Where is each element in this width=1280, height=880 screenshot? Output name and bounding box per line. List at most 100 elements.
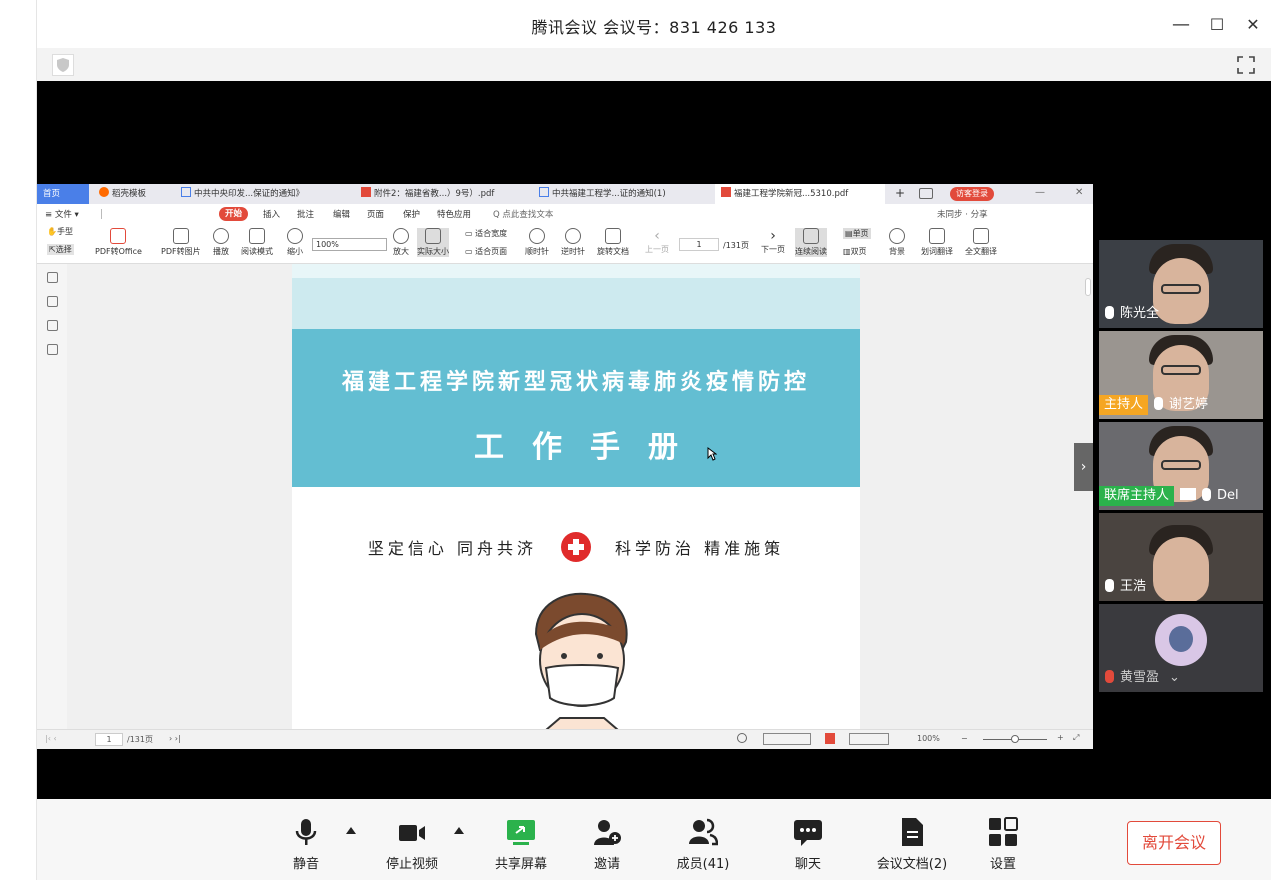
actual-size-icon: [425, 228, 441, 244]
minimize-button[interactable]: —: [1169, 12, 1193, 36]
fit-page-button[interactable]: ▭ 适合页面: [465, 246, 507, 257]
prev-page-button[interactable]: ‹ 上一页: [645, 228, 669, 255]
menu-protect[interactable]: 保护: [403, 208, 420, 220]
menu-insert[interactable]: 插入: [263, 208, 280, 220]
pdf-sidebar: [37, 264, 67, 729]
zoom-out-button[interactable]: 缩小: [287, 228, 303, 257]
read-mode-button[interactable]: 阅读模式: [241, 228, 273, 257]
members-button[interactable]: 成员(41): [668, 817, 738, 872]
play-icon[interactable]: [825, 733, 835, 744]
participant-tile[interactable]: 陈光全: [1099, 240, 1263, 328]
single-page-button[interactable]: ▤单页: [843, 228, 871, 239]
fullscreen-icon[interactable]: ⤢: [1073, 733, 1079, 743]
zoom-out-icon: [287, 228, 303, 244]
last-page-icon[interactable]: › ›|: [169, 734, 181, 743]
expand-panel-chevron-icon[interactable]: ›: [1074, 443, 1093, 491]
select-tool-label: 选择: [55, 245, 72, 254]
settings-button[interactable]: 设置: [968, 817, 1038, 872]
menu-page[interactable]: 页面: [367, 208, 384, 220]
pdf-minimize-icon[interactable]: —: [1035, 187, 1045, 198]
new-tab-icon[interactable]: +: [895, 186, 905, 200]
word-translate-button[interactable]: 划词翻译: [921, 228, 953, 257]
settings-label: 设置: [989, 857, 1016, 872]
participant-tile[interactable]: 黄雪盈 ⌄: [1099, 604, 1263, 692]
select-tool-button[interactable]: ⇱选择: [47, 244, 74, 255]
moon-icon: [889, 228, 905, 244]
host-badge: 主持人: [1099, 395, 1149, 415]
zoom-in-button[interactable]: 放大: [393, 228, 409, 257]
find-text-search[interactable]: Q 点此查找文本: [493, 208, 553, 220]
view-mode-icons[interactable]: [763, 733, 811, 745]
status-page-input[interactable]: 1: [95, 733, 123, 746]
pdf-tab-doc[interactable]: 中共中央印发...保证的通知》: [175, 184, 355, 204]
menu-file[interactable]: ≡ 文件 ▾: [45, 208, 79, 220]
pdf-scrollbar[interactable]: [1083, 264, 1093, 729]
pdf-close-icon[interactable]: ✕: [1075, 187, 1083, 198]
menu-annotate[interactable]: 批注: [297, 208, 314, 220]
annotation-icon[interactable]: [47, 320, 58, 331]
participant-label: 黄雪盈: [1120, 670, 1160, 685]
hand-tool-button[interactable]: ✋手型: [47, 226, 73, 237]
menu-start[interactable]: 开始: [219, 207, 249, 221]
attachment-icon[interactable]: [47, 344, 58, 355]
zoom-input[interactable]: 100%: [312, 238, 387, 251]
chevron-right-icon: ›: [770, 228, 776, 244]
actual-size-button[interactable]: 实际大小: [417, 228, 449, 257]
rotate-ccw-button[interactable]: 逆时针: [561, 228, 585, 257]
double-page-button[interactable]: ▥双页: [843, 246, 867, 257]
image-icon[interactable]: [47, 296, 58, 307]
login-button[interactable]: 访客登录: [950, 187, 994, 201]
video-options-caret-icon[interactable]: [454, 827, 464, 834]
close-button[interactable]: ✕: [1241, 12, 1265, 36]
page-number-input[interactable]: 1: [679, 238, 719, 251]
thumbnail-icon[interactable]: [47, 272, 58, 283]
fit-width-button[interactable]: ▭ 适合宽度: [465, 228, 507, 239]
leave-meeting-button[interactable]: 离开会议: [1127, 821, 1221, 865]
doc-subtitle: 工作手册: [474, 430, 706, 465]
pdf-tab-doc[interactable]: 中共福建工程学...证的通知(1): [533, 184, 713, 204]
continuous-read-button[interactable]: 连续阅读: [795, 228, 827, 257]
stop-video-button[interactable]: 停止视频: [377, 817, 447, 872]
rotate-cw-button[interactable]: 顺时针: [525, 228, 549, 257]
pdf-to-office-button[interactable]: PDF转Office: [95, 228, 142, 257]
pdf-to-image-button[interactable]: PDF转图片: [161, 228, 201, 257]
fullscreen-icon[interactable]: [1235, 54, 1257, 76]
tab-list-icon[interactable]: [919, 188, 933, 199]
pdf-tab-doc[interactable]: 附件2：福建省教...）9号）.pdf: [355, 184, 533, 204]
full-translate-button[interactable]: 全文翻译: [965, 228, 997, 257]
chat-button[interactable]: 聊天: [773, 817, 843, 872]
quick-access-icons[interactable]: [101, 209, 161, 219]
shield-icon[interactable]: [52, 54, 74, 76]
background-button[interactable]: 背景: [889, 228, 905, 257]
ribbon-label: 下一页: [761, 245, 785, 254]
page-layout-icons[interactable]: [849, 733, 889, 745]
maximize-button[interactable]: ☐: [1205, 12, 1229, 36]
participant-tile[interactable]: 主持人 谢艺婷: [1099, 331, 1263, 419]
chevron-down-icon[interactable]: ⌄: [1169, 670, 1180, 685]
zoom-plus-icon[interactable]: +: [1057, 733, 1064, 742]
meeting-docs-button[interactable]: 会议文档(2): [867, 817, 957, 872]
invite-button[interactable]: 邀请: [572, 817, 642, 872]
menu-edit[interactable]: 编辑: [333, 208, 350, 220]
zoom-in-icon: [393, 228, 409, 244]
scrollbar-thumb[interactable]: [1085, 278, 1091, 296]
rotate-doc-button[interactable]: 旋转文档: [597, 228, 629, 257]
share-screen-button[interactable]: 共享屏幕: [486, 817, 556, 872]
menu-features[interactable]: 特色应用: [437, 208, 471, 220]
pdf-tab-home[interactable]: 首页: [37, 184, 89, 204]
eye-care-icon[interactable]: [737, 733, 747, 743]
mute-button[interactable]: 静音: [271, 817, 341, 872]
zoom-minus-icon[interactable]: −: [961, 734, 968, 743]
participant-tile[interactable]: 联席主持人 Del: [1099, 422, 1263, 510]
next-page-button[interactable]: › 下一页: [761, 228, 785, 255]
zoom-slider-thumb[interactable]: [1011, 735, 1019, 743]
play-button[interactable]: 播放: [213, 228, 229, 257]
mute-options-caret-icon[interactable]: [346, 827, 356, 834]
ribbon-label: 放大: [393, 247, 409, 256]
sync-share[interactable]: 未同步 · 分享: [937, 208, 988, 220]
pdf-tab-templates[interactable]: 稻壳模板: [93, 184, 173, 204]
pdf-tab-active[interactable]: 福建工程学院新冠...5310.pdf: [715, 184, 885, 204]
first-page-icon[interactable]: |‹ ‹: [45, 734, 57, 743]
participant-tile[interactable]: 王浩: [1099, 513, 1263, 601]
chat-label: 聊天: [794, 857, 821, 872]
